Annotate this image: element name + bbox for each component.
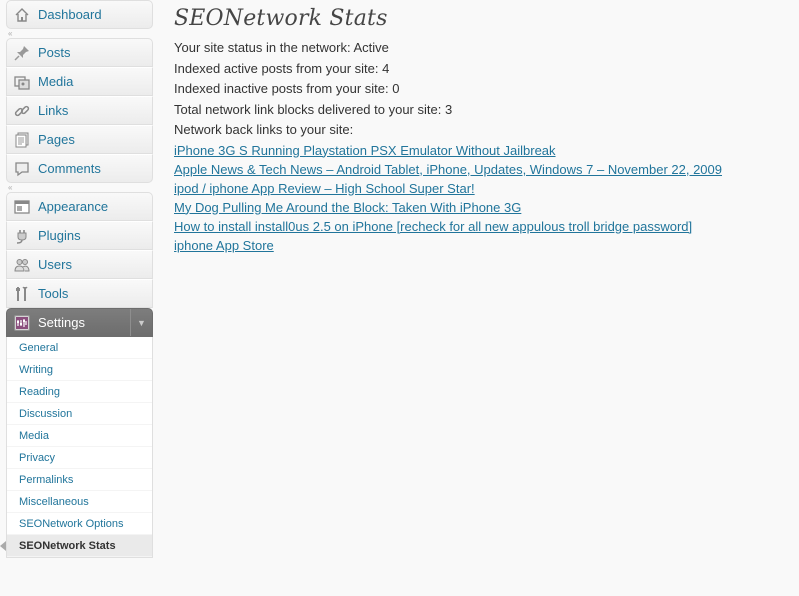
- submenu-media[interactable]: Media: [7, 425, 152, 447]
- total-link-blocks: Total network link blocks delivered to y…: [174, 101, 453, 117]
- submenu-privacy[interactable]: Privacy: [7, 447, 152, 469]
- main-content: SEONetwork Stats Your site status in the…: [174, 0, 799, 255]
- submenu-reading[interactable]: Reading: [7, 381, 152, 403]
- backlinks-list: iPhone 3G S Running Playstation PSX Emul…: [174, 141, 799, 255]
- collapse-arrow-icon[interactable]: «: [8, 184, 16, 192]
- menu-dashboard-label: Dashboard: [38, 7, 102, 22]
- menu-links[interactable]: Links: [6, 96, 153, 125]
- backlink-item[interactable]: How to install install0us 2.5 on iPhone …: [174, 217, 799, 236]
- submenu-toggle-icon[interactable]: ▼: [130, 309, 152, 336]
- menu-posts[interactable]: Posts: [6, 38, 153, 67]
- submenu-seonetwork-stats[interactable]: SEONetwork Stats: [0, 535, 152, 557]
- menu-comments[interactable]: Comments: [6, 154, 153, 183]
- menu-links-label: Links: [38, 103, 69, 118]
- menu-separator: «: [6, 183, 153, 192]
- menu-appearance[interactable]: Appearance: [6, 192, 153, 221]
- submenu-miscellaneous[interactable]: Miscellaneous: [7, 491, 152, 513]
- submenu-discussion[interactable]: Discussion: [7, 403, 152, 425]
- submenu-general[interactable]: General: [7, 337, 152, 359]
- menu-settings-label: Settings: [38, 315, 85, 330]
- submenu-writing[interactable]: Writing: [7, 359, 152, 381]
- site-status: Your site status in the network: Active: [174, 40, 389, 55]
- menu-settings[interactable]: Settings ▼: [6, 308, 153, 337]
- menu-pages[interactable]: Pages: [6, 125, 153, 154]
- comment-icon: [13, 160, 31, 178]
- media-icon: [13, 73, 31, 91]
- menu-users-label: Users: [38, 257, 72, 272]
- backlink-item[interactable]: ipod / iphone App Review – High School S…: [174, 179, 799, 198]
- users-icon: [13, 256, 31, 274]
- backlink-item[interactable]: Apple News & Tech News – Android Tablet,…: [174, 160, 799, 179]
- appearance-icon: [13, 198, 31, 216]
- backlink-item[interactable]: iphone App Store: [174, 236, 799, 255]
- collapse-arrow-icon[interactable]: «: [8, 30, 16, 38]
- menu-users[interactable]: Users: [6, 250, 153, 279]
- menu-tools[interactable]: Tools: [6, 279, 153, 308]
- home-icon: [13, 6, 31, 24]
- backlink-item[interactable]: My Dog Pulling Me Around the Block: Take…: [174, 198, 799, 217]
- menu-separator: «: [6, 29, 153, 38]
- stats-list: Your site status in the network: Active …: [174, 38, 799, 141]
- plugin-icon: [13, 227, 31, 245]
- menu-posts-label: Posts: [38, 45, 71, 60]
- submenu-permalinks[interactable]: Permalinks: [7, 469, 152, 491]
- settings-icon: [13, 314, 31, 332]
- indexed-active-posts: Indexed active posts from your site: 4: [174, 60, 390, 76]
- backlink-item[interactable]: iPhone 3G S Running Playstation PSX Emul…: [174, 141, 799, 160]
- tools-icon: [13, 285, 31, 303]
- page-title: SEONetwork Stats: [174, 6, 388, 31]
- pushpin-icon: [13, 44, 31, 62]
- menu-comments-label: Comments: [38, 161, 101, 176]
- indexed-inactive-posts: Indexed inactive posts from your site: 0: [174, 81, 400, 96]
- menu-tools-label: Tools: [38, 286, 69, 301]
- menu-plugins[interactable]: Plugins: [6, 221, 153, 250]
- backlinks-heading: Network back links to your site:: [174, 122, 354, 137]
- settings-submenu: General Writing Reading Discussion Media…: [0, 337, 153, 558]
- menu-dashboard[interactable]: Dashboard: [6, 0, 153, 29]
- menu-media[interactable]: Media: [6, 67, 153, 96]
- link-icon: [13, 102, 31, 120]
- menu-media-label: Media: [38, 74, 74, 89]
- admin-menu: Dashboard « Posts Media Links Pages Comm…: [0, 0, 153, 558]
- submenu-seonetwork-options[interactable]: SEONetwork Options: [7, 513, 152, 535]
- menu-pages-label: Pages: [38, 132, 75, 147]
- menu-plugins-label: Plugins: [38, 228, 81, 243]
- menu-appearance-label: Appearance: [38, 199, 109, 214]
- pages-icon: [13, 131, 31, 149]
